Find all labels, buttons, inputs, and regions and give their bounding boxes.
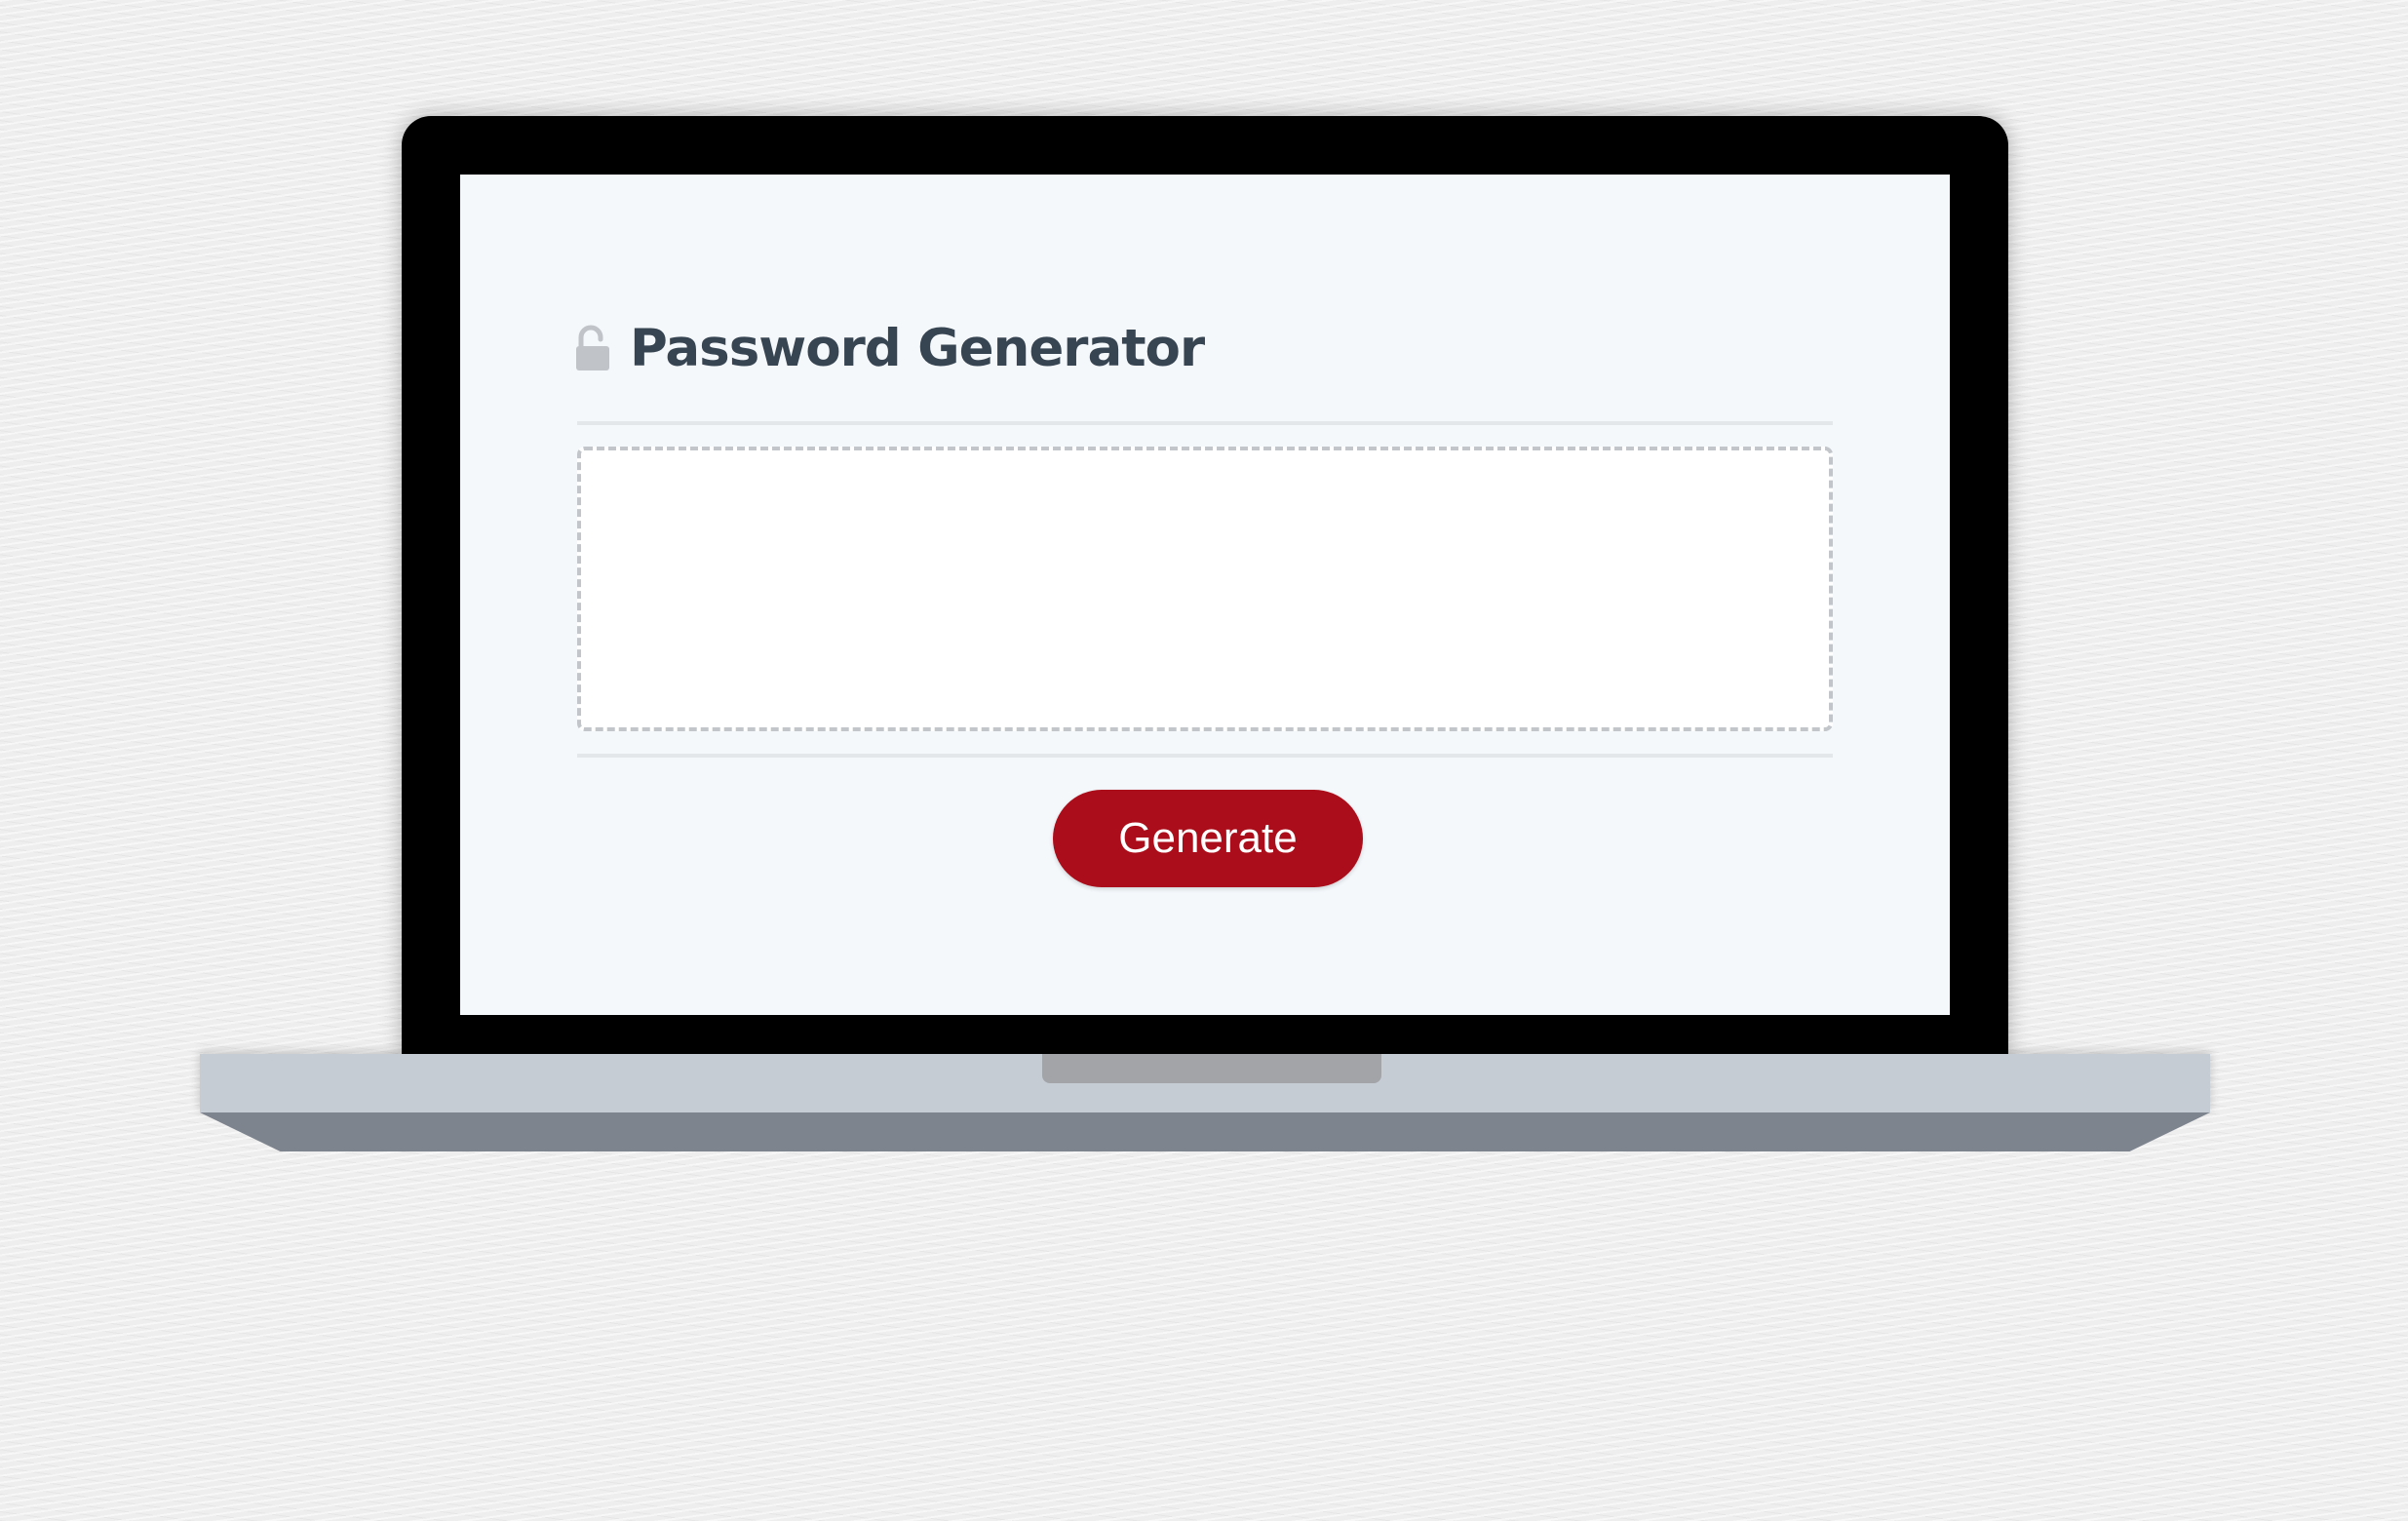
laptop-base-edge xyxy=(200,1112,2210,1151)
page-title: Password Generator xyxy=(630,318,1205,378)
laptop-notch xyxy=(1042,1054,1381,1083)
generate-button[interactable]: Generate xyxy=(1053,790,1363,887)
laptop-base xyxy=(200,1054,2210,1112)
footer-divider xyxy=(577,754,1833,758)
laptop-screen: Password Generator Generate xyxy=(460,175,1950,1015)
card-header: Password Generator xyxy=(575,314,1205,382)
header-divider xyxy=(577,421,1833,425)
unlocked-padlock-icon xyxy=(576,325,609,370)
password-output-field[interactable] xyxy=(577,447,1833,731)
